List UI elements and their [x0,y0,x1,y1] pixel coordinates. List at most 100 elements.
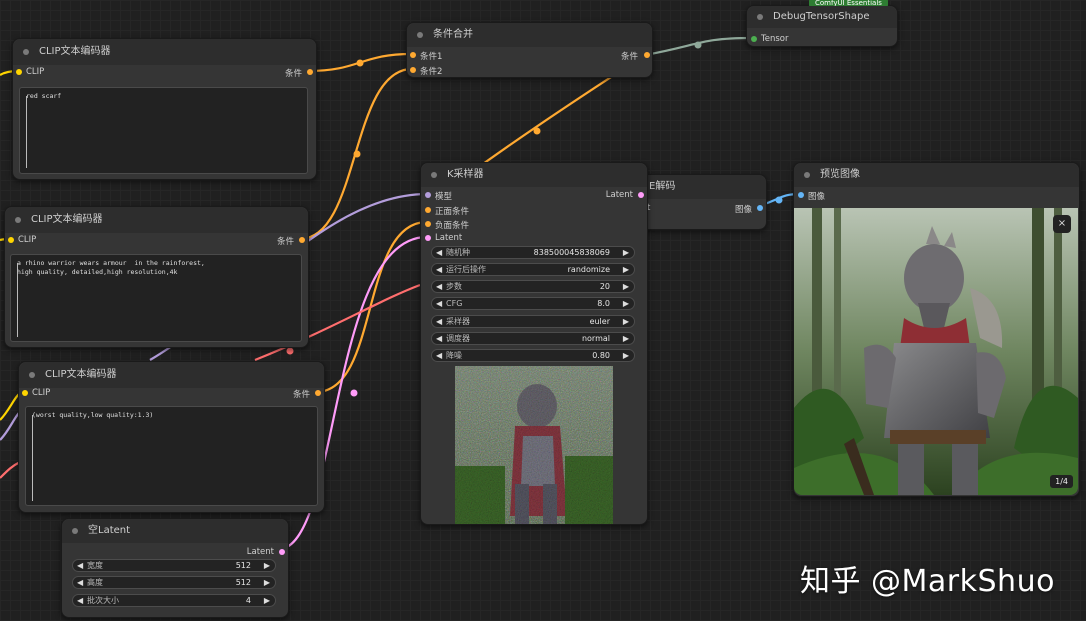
node-title-text: CLIP文本编码器 [45,369,117,380]
increment-arrow-icon[interactable]: ▶ [623,316,629,327]
decrement-arrow-icon[interactable]: ◀ [436,281,442,292]
node-title-text: K采样器 [447,169,484,180]
node-title[interactable]: CLIP文本编码器 [5,207,308,233]
scheduler-widget[interactable]: ◀ 调度器 normal ▶ [431,332,635,345]
node-title[interactable]: 条件合并 [407,23,652,47]
batch-size-widget[interactable]: ◀ 批次大小 4 ▶ [72,594,276,607]
image-output-label: 图像 [734,205,752,215]
cond1-input-pin[interactable] [410,52,416,58]
denoise-widget[interactable]: ◀ 降噪 0.80 ▶ [431,349,635,362]
increment-arrow-icon[interactable]: ▶ [623,247,629,258]
close-preview-button[interactable]: × [1053,215,1071,233]
node-title[interactable]: K采样器 [421,163,647,187]
latent-output-pin[interactable] [279,549,285,555]
decrement-arrow-icon[interactable]: ◀ [436,298,442,309]
widget-value: 838500045838069 [533,248,610,257]
increment-arrow-icon[interactable]: ▶ [623,350,629,361]
prompt-textarea[interactable]: (worst quality,low quality:1.3) [25,406,318,506]
cond-output-label: 条件 [292,390,310,400]
negative-input-pin[interactable] [425,221,431,227]
cond-output-pin[interactable] [644,52,650,58]
increment-arrow-icon[interactable]: ▶ [623,298,629,309]
positive-input-pin[interactable] [425,207,431,213]
steps-widget[interactable]: ◀ 步数 20 ▶ [431,280,635,293]
latent-input-label: Latent [435,233,463,243]
ksampler-node[interactable]: K采样器 模型 正面条件 负面条件 Latent Latent ◀ 随机种 8385… [420,162,648,525]
node-title[interactable]: CLIP文本编码器 [19,362,324,388]
node-title[interactable]: DebugTensorShape [747,6,897,28]
cfg-widget[interactable]: ◀ CFG 8.0 ▶ [431,297,635,310]
width-widget[interactable]: ◀ 宽度 512 ▶ [72,559,276,572]
node-title-text: DebugTensorShape [773,11,870,22]
cond-output-pin[interactable] [315,390,321,396]
prompt-text: (worst quality,low quality:1.3) [32,411,154,419]
image-output-pin[interactable] [757,205,763,211]
clip-input-pin[interactable] [16,69,22,75]
widget-value: normal [581,334,610,343]
debug-tensor-shape-node[interactable]: ComfyUI Essentials DebugTensorShape Tens… [746,0,898,47]
rhino-warrior-image-icon [794,208,1078,495]
clip-text-encode-node-2[interactable]: CLIP文本编码器 CLIP 条件 a rhino warrior wears … [4,206,309,348]
prompt-textarea[interactable]: red scarf [19,87,308,174]
clip-input-label: CLIP [18,235,37,245]
increment-arrow-icon[interactable]: ▶ [623,264,629,275]
clip-text-encode-node-1[interactable]: CLIP文本编码器 CLIP 条件 red scarf [12,38,317,180]
latent-preview-image [455,366,613,524]
increment-arrow-icon[interactable]: ▶ [264,560,270,571]
node-title-text: E解码 [649,181,676,192]
node-title-text: CLIP文本编码器 [39,46,111,57]
decrement-arrow-icon[interactable]: ◀ [77,560,83,571]
node-title-text: 空Latent [88,525,131,536]
clip-input-pin[interactable] [8,237,14,243]
widget-value: 8.0 [597,299,610,308]
decrement-arrow-icon[interactable]: ◀ [436,264,442,275]
increment-arrow-icon[interactable]: ▶ [264,595,270,606]
image-counter: 1/4 [1050,475,1073,488]
image-input-label: 图像 [808,192,826,202]
decrement-arrow-icon[interactable]: ◀ [436,333,442,344]
node-title[interactable]: 预览图像 [794,163,1079,187]
cond2-input-label: 条件2 [420,67,443,77]
cond2-input-pin[interactable] [410,67,416,73]
height-widget[interactable]: ◀ 高度 512 ▶ [72,576,276,589]
widget-label: 调度器 [446,334,470,343]
negative-input-label: 负面条件 [435,221,470,231]
widget-label: 采样器 [446,317,470,326]
cond-output-label: 条件 [276,237,294,247]
decrement-arrow-icon[interactable]: ◀ [436,350,442,361]
decrement-arrow-icon[interactable]: ◀ [436,247,442,258]
model-input-pin[interactable] [425,192,431,198]
positive-input-label: 正面条件 [435,207,470,217]
widget-label: 高度 [87,578,103,587]
widget-label: 批次大小 [87,596,119,605]
clip-text-encode-node-3[interactable]: CLIP文本编码器 CLIP 条件 (worst quality,low qua… [18,361,325,513]
seed-widget[interactable]: ◀ 随机种 838500045838069 ▶ [431,246,635,259]
combine-conditioning-node[interactable]: 条件合并 条件1 条件2 条件 [406,22,653,78]
latent-output-pin[interactable] [638,192,644,198]
close-icon: × [1057,218,1067,229]
image-input-pin[interactable] [798,192,804,198]
decrement-arrow-icon[interactable]: ◀ [436,316,442,327]
wire-vae-left [0,461,21,479]
preview-output-image [794,208,1078,495]
sampler-widget[interactable]: ◀ 采样器 euler ▶ [431,315,635,328]
empty-latent-node[interactable]: 空Latent Latent ◀ 宽度 512 ▶ ◀ 高度 512 ▶ ◀ 批次大小 4 ▶ [61,518,289,618]
preview-image-node[interactable]: 预览图像 图像 × 1/4 [793,162,1080,497]
decrement-arrow-icon[interactable]: ◀ [77,577,83,588]
wire-cond-neg [315,220,428,394]
node-title[interactable]: CLIP文本编码器 [13,39,316,65]
zhihu-watermark: 知乎 @MarkShuo [800,564,1055,599]
prompt-textarea[interactable]: a rhino warrior wears armour in the rain… [10,254,302,342]
clip-input-pin[interactable] [22,390,28,396]
latent-input-pin[interactable] [425,235,431,241]
widget-value: 4 [245,596,251,605]
cond-output-pin[interactable] [307,69,313,75]
increment-arrow-icon[interactable]: ▶ [623,281,629,292]
increment-arrow-icon[interactable]: ▶ [264,577,270,588]
decrement-arrow-icon[interactable]: ◀ [77,595,83,606]
control-after-generate-widget[interactable]: ◀ 运行后操作 randomize ▶ [431,263,635,276]
increment-arrow-icon[interactable]: ▶ [623,333,629,344]
node-title[interactable]: 空Latent [62,519,288,543]
tensor-input-pin[interactable] [751,36,757,42]
cond-output-pin[interactable] [299,237,305,243]
